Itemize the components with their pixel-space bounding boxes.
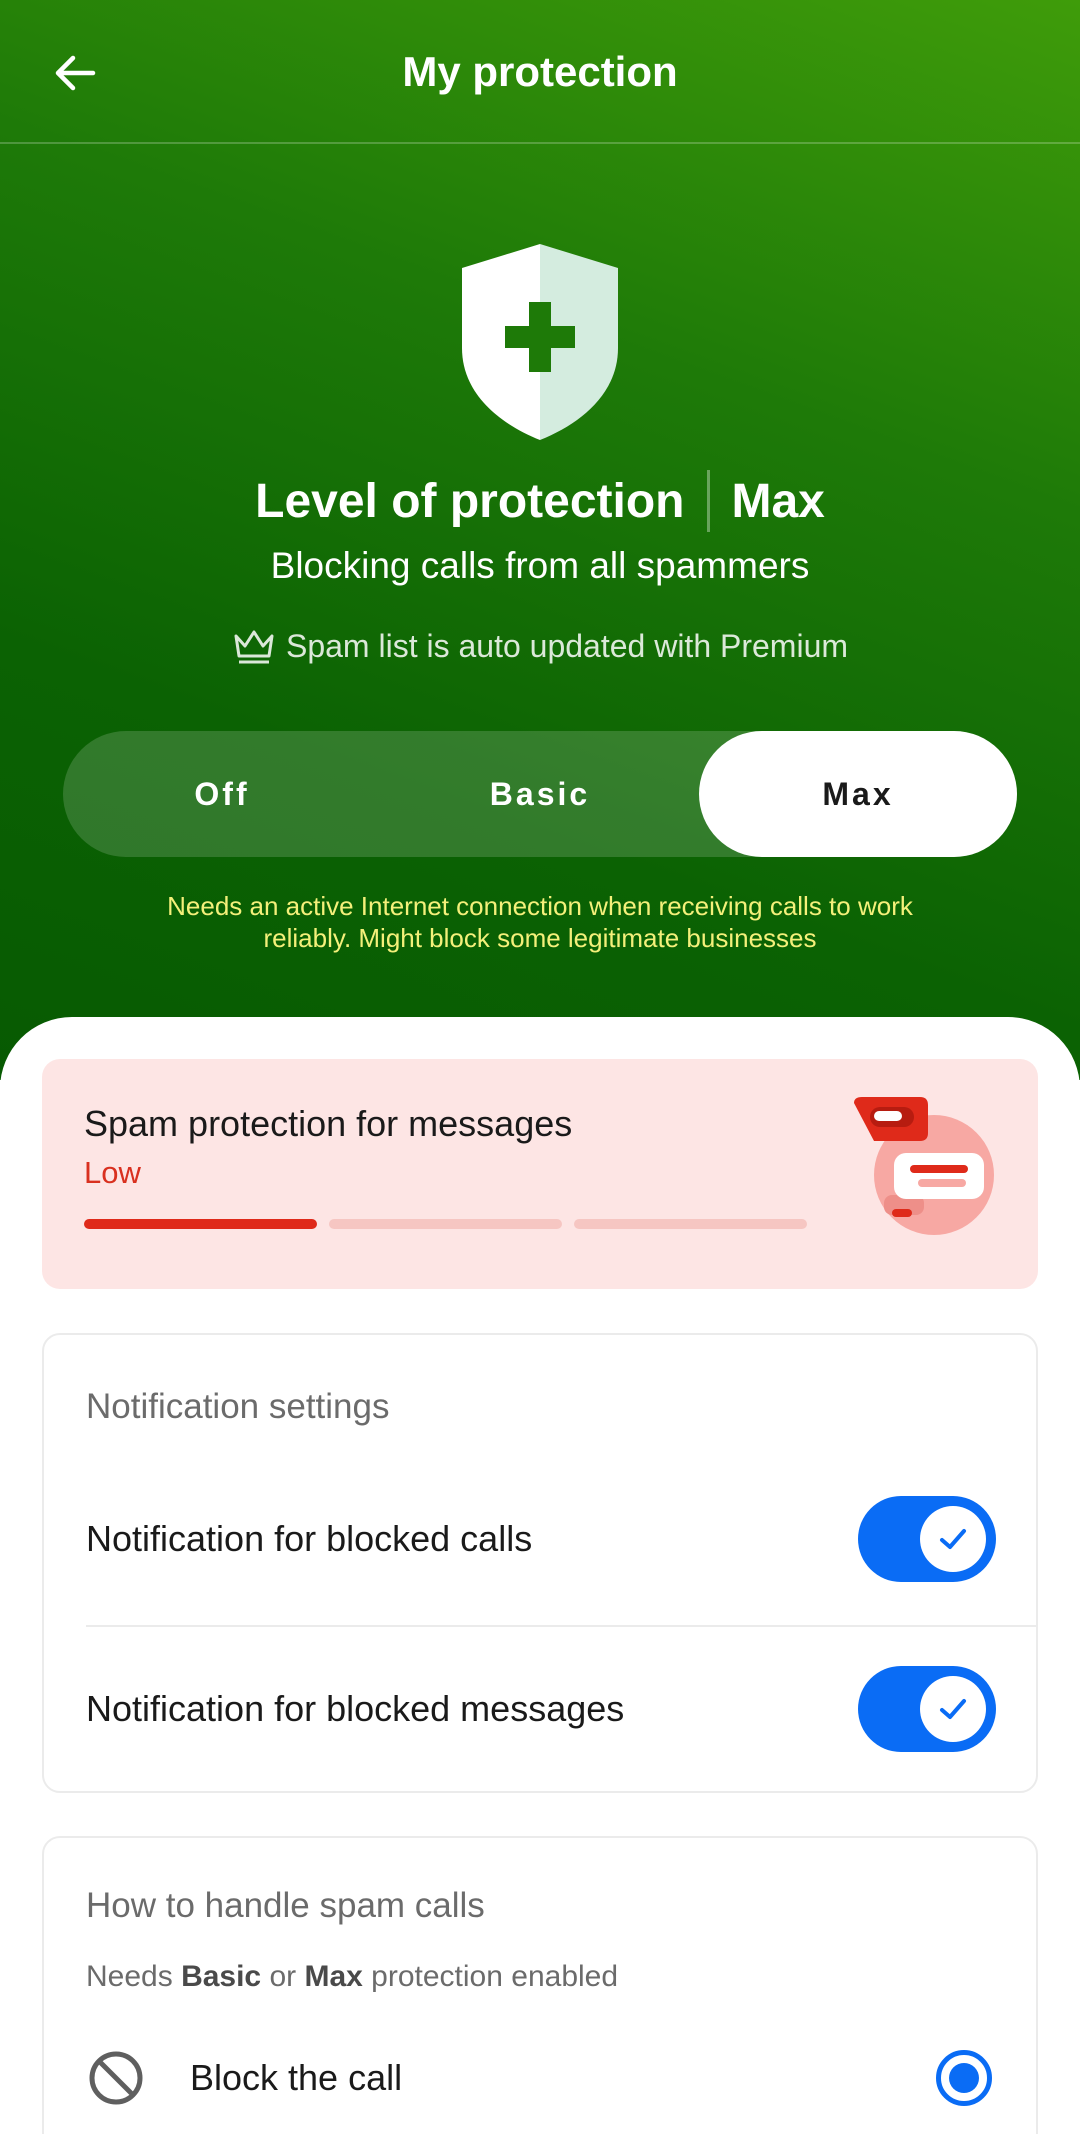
protection-hero: My protection Level of protection Max Bl… <box>0 0 1080 1080</box>
radio-dot <box>949 2063 979 2093</box>
notification-settings-card: Notification settings Notification for b… <box>42 1333 1038 1793</box>
premium-note-text: Spam list is auto updated with Premium <box>285 627 849 664</box>
premium-note: Spam list is auto updated with Premium <box>0 626 1080 666</box>
note-text: protection enabled <box>362 1960 619 1993</box>
blocked-calls-toggle[interactable] <box>858 1496 996 1582</box>
setting-row-blocked-calls[interactable]: Notification for blocked calls <box>44 1455 1036 1623</box>
level-divider <box>706 470 710 532</box>
level-bar <box>574 1219 807 1229</box>
setting-row-blocked-messages[interactable]: Notification for blocked messages <box>44 1625 1036 1793</box>
option-block-call[interactable]: Block the call <box>44 2028 1036 2128</box>
spam-calls-card: How to handle spam calls Needs Basic or … <box>42 1836 1038 2134</box>
option-max[interactable]: Max <box>699 731 1017 857</box>
note-basic: Basic <box>181 1960 262 1993</box>
level-bar <box>84 1219 317 1229</box>
level-bar <box>329 1219 562 1229</box>
top-app-bar: My protection <box>0 0 1080 144</box>
note-text: Needs <box>86 1960 182 1993</box>
spam-calls-heading: How to handle spam calls <box>86 1886 485 1925</box>
shield-plus-icon <box>462 244 618 440</box>
option-label: Block the call <box>190 2057 403 2098</box>
protection-level-heading: Level of protection Max <box>0 470 1080 532</box>
level-label: Level of protection <box>255 474 685 528</box>
spam-messages-card[interactable]: Spam protection for messages Low <box>42 1059 1038 1289</box>
spam-level-meter <box>84 1219 807 1229</box>
setting-label: Notification for blocked calls <box>86 1518 533 1559</box>
level-description: Blocking calls from all spammers <box>270 545 810 586</box>
spam-messages-level: Low <box>84 1155 141 1190</box>
protection-level-selector: Off Basic Max <box>63 731 1017 857</box>
block-call-radio[interactable] <box>936 2050 992 2106</box>
page-title: My protection <box>402 48 678 95</box>
block-icon <box>89 2051 143 2105</box>
chat-bubbles-icon <box>854 1097 994 1235</box>
blocked-messages-toggle[interactable] <box>858 1666 996 1752</box>
toggle-knob <box>920 1676 986 1742</box>
check-icon <box>940 1529 966 1549</box>
setting-label: Notification for blocked messages <box>86 1688 625 1729</box>
spam-calls-note: Needs Basic or Max protection enabled <box>86 1960 618 1994</box>
note-max: Max <box>304 1960 363 1993</box>
toggle-knob <box>920 1506 986 1572</box>
level-value: Max <box>731 474 825 528</box>
notification-settings-heading: Notification settings <box>86 1387 390 1426</box>
option-off[interactable]: Off <box>63 731 381 857</box>
spam-messages-title: Spam protection for messages <box>84 1103 573 1144</box>
crown-icon <box>232 626 276 666</box>
protection-warning: Needs an active Internet connection when… <box>167 891 913 953</box>
check-icon <box>940 1699 966 1719</box>
note-text: or <box>261 1960 305 1993</box>
option-basic[interactable]: Basic <box>381 731 699 857</box>
